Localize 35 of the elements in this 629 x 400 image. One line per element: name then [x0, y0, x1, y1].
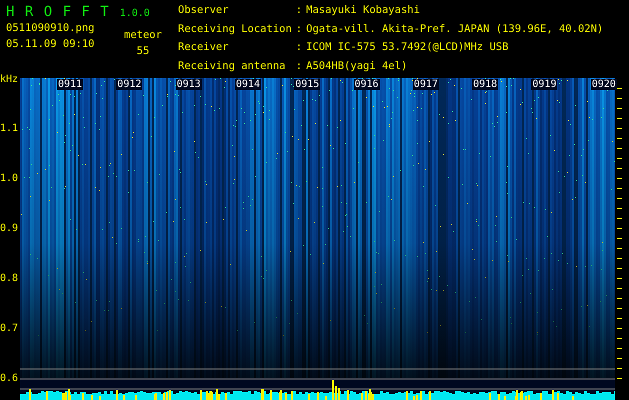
info-value: ICOM IC-575 53.7492(@LCD)MHz USB [306, 41, 510, 55]
info-label: Receiving Location [178, 22, 292, 36]
time-label: 0915 [294, 79, 320, 90]
time-label: 0911 [57, 79, 84, 90]
info-value: Masayuki Kobayashi [306, 4, 421, 18]
app-name: H R O F F T [6, 4, 110, 20]
time-label: 0919 [531, 79, 558, 90]
axis-unit: kHz [0, 74, 18, 85]
info-value: Ogata-vill. Akita-Pref. JAPAN (139.96E, 40.02N) [306, 22, 604, 36]
axis-label: 0.7 [0, 323, 18, 334]
info-separator: : [296, 60, 302, 74]
meteor-label: meteor [124, 29, 162, 41]
time-label: 0913 [176, 79, 202, 90]
info-label: Receiving antenna [178, 60, 286, 74]
info-separator: : [296, 41, 302, 55]
info-label: Observer [178, 4, 230, 18]
info-label: Receiver [178, 41, 230, 55]
time-label: 0916 [354, 79, 380, 90]
axis-label: 0.9 [0, 223, 18, 234]
axis-label: 0.8 [0, 273, 18, 284]
time-label: 0912 [116, 79, 142, 90]
axis-label: 1.0 [0, 173, 18, 184]
app-version: 1.0.0 [120, 8, 150, 19]
info-value: A504HB(yagi 4el) [306, 60, 408, 74]
meteor-count: 55 [136, 45, 150, 57]
time-label: 0914 [234, 79, 261, 90]
time-label: 0917 [412, 79, 439, 90]
time-label: 0920 [590, 79, 617, 90]
date-time: 05.11.09 09:10 [6, 38, 96, 50]
axis-label: 1.1 [0, 123, 18, 134]
info-separator: : [296, 22, 302, 36]
file-name: 0511090910.png [6, 22, 96, 34]
time-label: 0918 [472, 79, 498, 90]
info-separator: : [296, 4, 302, 18]
axis-label: 0.6 [0, 373, 18, 384]
